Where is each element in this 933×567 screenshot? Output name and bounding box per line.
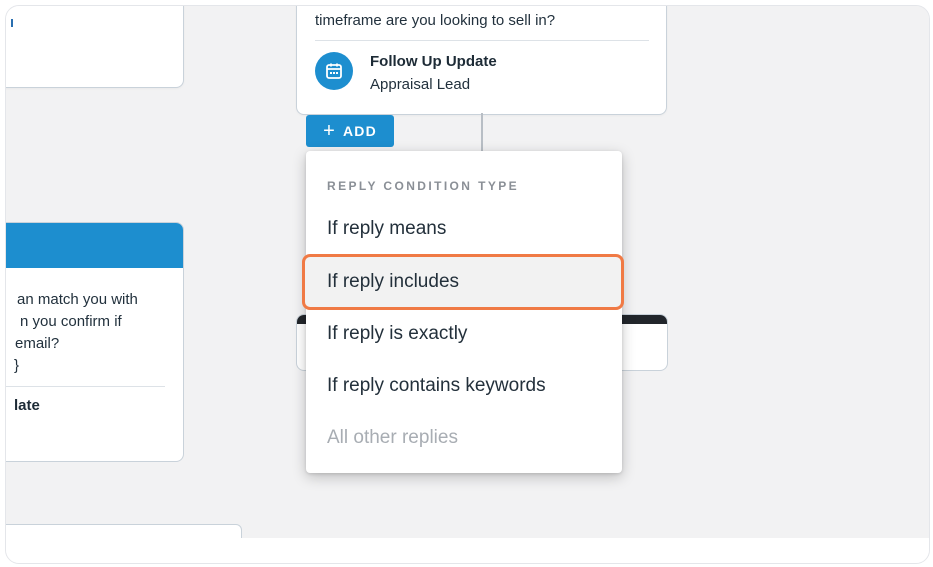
dropdown-heading: REPLY CONDITION TYPE: [327, 179, 520, 193]
node-message-text: an match you with n you confirm if email…: [7, 289, 138, 377]
node-divider: [6, 386, 165, 387]
menu-item-all-other-replies: All other replies: [327, 427, 458, 448]
add-condition-button[interactable]: + ADD: [306, 115, 394, 147]
reply-condition-dropdown: REPLY CONDITION TYPE If reply means If r…: [302, 151, 624, 473]
workflow-canvas: timeframe are you looking to sell in? Fo…: [6, 6, 929, 538]
menu-item-reply-includes[interactable]: If reply includes: [327, 271, 459, 293]
node-header: [6, 223, 183, 268]
workflow-node-bottom[interactable]: [6, 524, 242, 538]
action-subtitle: Appraisal Lead: [370, 76, 471, 93]
message-line: }: [14, 357, 20, 374]
action-title: late: [14, 397, 40, 414]
message-line: email?: [15, 335, 60, 352]
workflow-node-top-left[interactable]: [6, 6, 184, 88]
menu-item-reply-keywords[interactable]: If reply contains keywords: [327, 375, 546, 397]
footer-strip: [6, 538, 929, 563]
menu-item-reply-means[interactable]: If reply means: [327, 218, 446, 240]
node-marker: [11, 19, 13, 27]
node-divider: [315, 40, 649, 41]
message-line: n you confirm if: [20, 313, 122, 330]
node-question-text: timeframe are you looking to sell in?: [315, 12, 556, 29]
action-title: Follow Up Update: [370, 53, 497, 70]
plus-icon: +: [323, 120, 336, 142]
menu-item-reply-exactly[interactable]: If reply is exactly: [327, 323, 467, 345]
workflow-node-question[interactable]: timeframe are you looking to sell in? Fo…: [296, 6, 667, 115]
message-line: an match you with: [17, 291, 138, 308]
workflow-node-left[interactable]: an match you with n you confirm if email…: [6, 222, 184, 462]
app-frame: timeframe are you looking to sell in? Fo…: [5, 5, 930, 564]
calendar-icon: [315, 52, 353, 90]
add-button-label: ADD: [342, 123, 377, 139]
